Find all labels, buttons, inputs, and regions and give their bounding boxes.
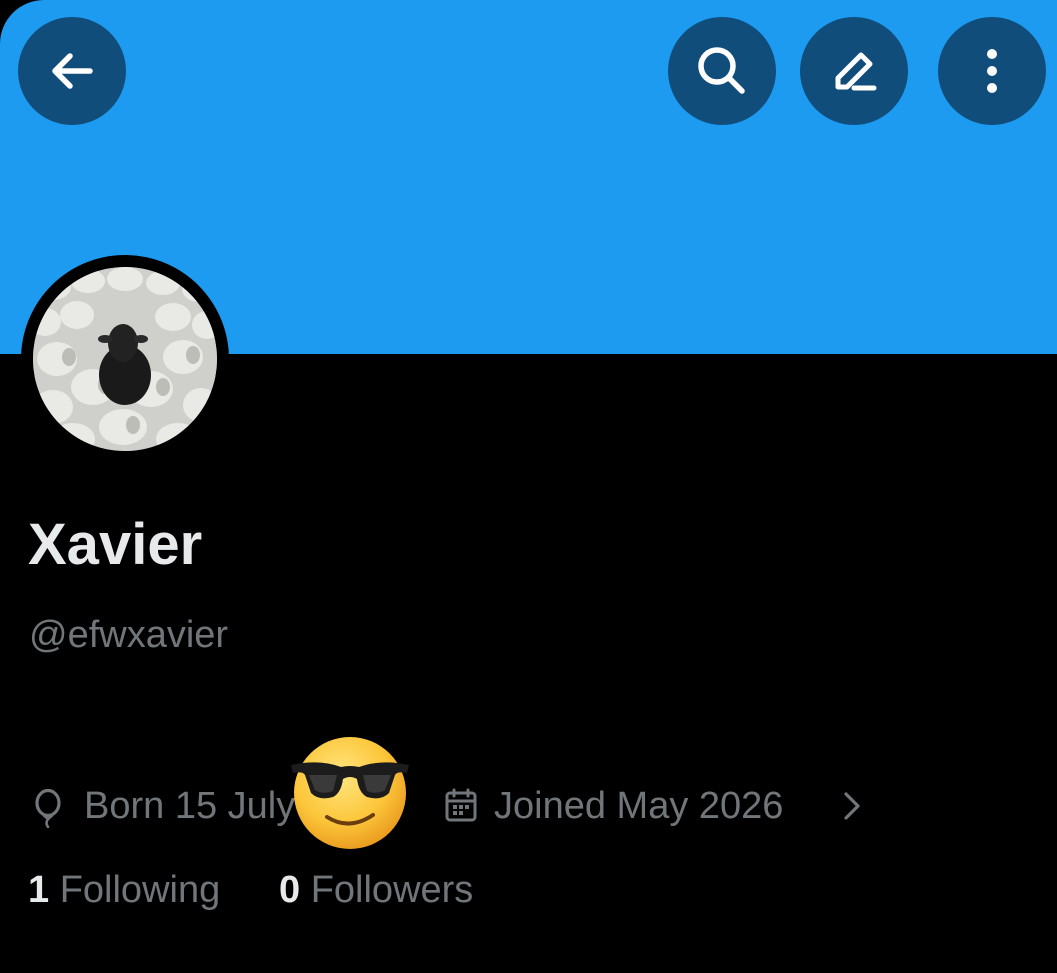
following-label: Following	[59, 869, 221, 911]
join-date: Joined May 2026	[494, 785, 784, 827]
back-button[interactable]	[18, 17, 126, 125]
sheep-flock-photo	[33, 267, 217, 451]
more-button[interactable]	[938, 17, 1046, 125]
search-button[interactable]	[668, 17, 776, 125]
edit-icon	[835, 52, 877, 91]
back-arrow-icon	[52, 53, 93, 89]
display-name: Xavier	[28, 512, 203, 577]
avatar-frame[interactable]	[21, 255, 229, 463]
more-vertical-icon	[987, 49, 997, 93]
following-count: 1	[28, 869, 50, 911]
followers-link[interactable]: 0 Followers	[279, 868, 473, 912]
following-link[interactable]: 1 Following	[28, 868, 220, 912]
search-icon	[698, 47, 745, 94]
calendar-icon	[445, 788, 477, 822]
sunglasses-emoji-sticker	[289, 735, 411, 851]
follow-stats: 1 Following 0 Followers	[28, 868, 728, 916]
birth-date: Born 15 July	[84, 785, 296, 827]
profile-meta-row: Born 15 July Joined May 2026	[31, 782, 931, 830]
sunglasses-emoji-icon	[291, 737, 409, 849]
followers-count: 0	[279, 869, 301, 911]
followers-label: Followers	[310, 869, 474, 911]
avatar[interactable]	[33, 267, 217, 451]
user-handle: @efwxavier	[29, 614, 229, 656]
edit-button[interactable]	[800, 17, 908, 125]
profile-screen: Xavier @efwxavier Born 15 July Joined Ma…	[0, 0, 1057, 973]
chevron-right-icon[interactable]	[837, 788, 867, 824]
balloon-icon	[35, 788, 61, 828]
